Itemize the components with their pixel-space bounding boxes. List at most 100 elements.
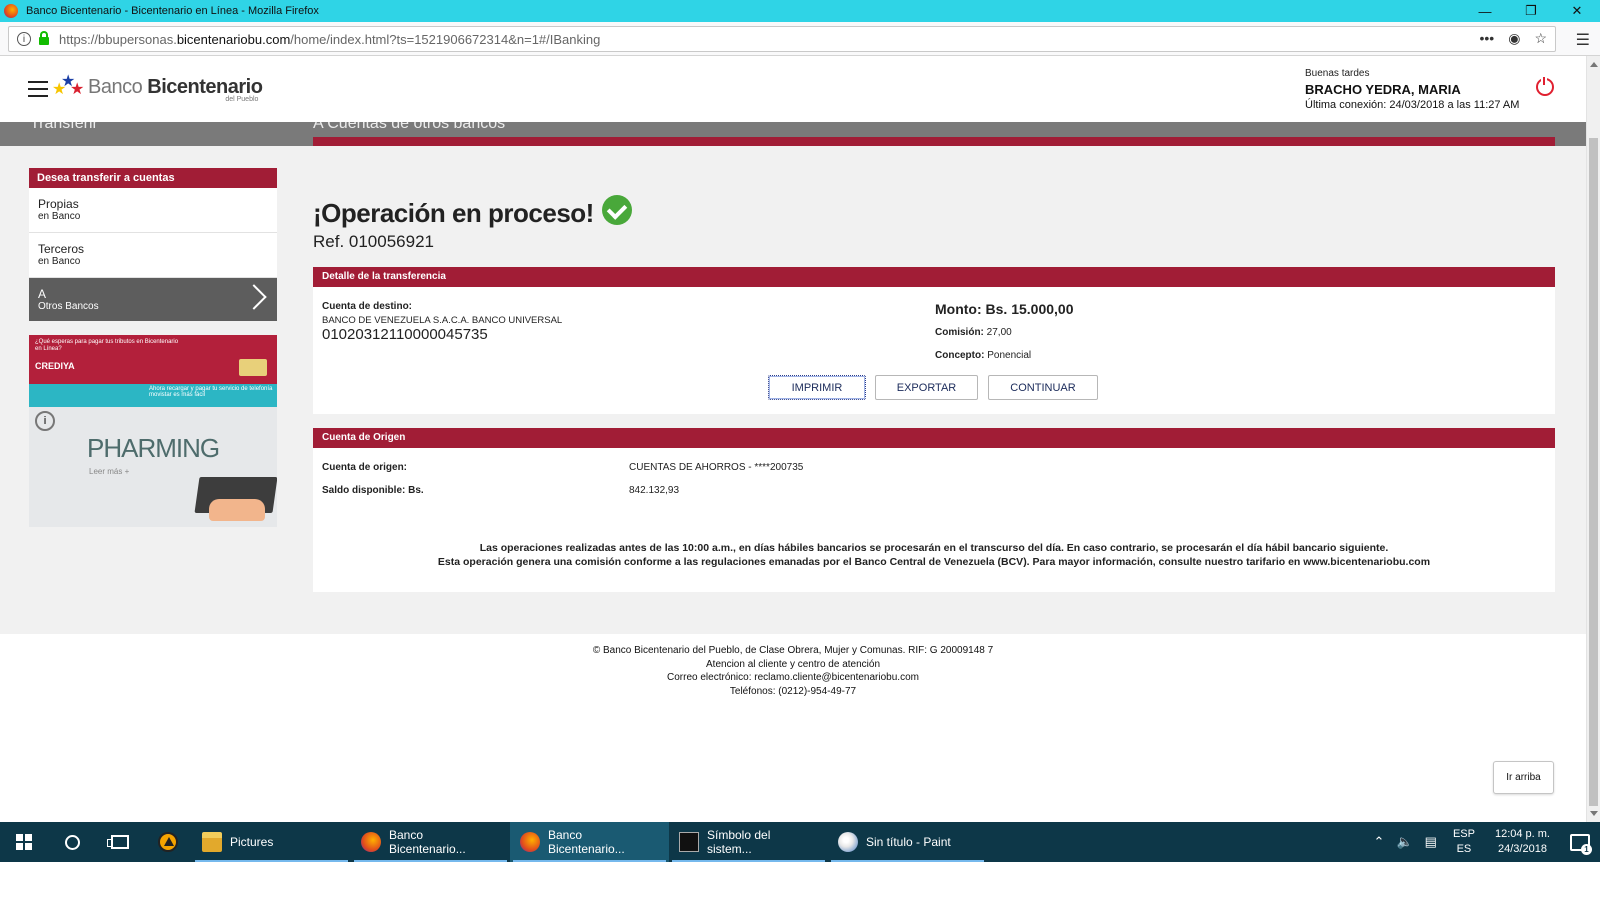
origin-account-value: CUENTAS DE AHORROS - ****200735 (629, 462, 804, 473)
commission: Comisión: 27,00 (935, 327, 1012, 338)
side-menu-item-sublabel: Otros Bancos (38, 301, 99, 312)
info-icon: i (35, 411, 55, 431)
url-text[interactable]: https://bbupersonas.bicentenariobu.com/h… (59, 32, 600, 47)
browser-titlebar: Banco Bicentenario - Bicentenario en Lín… (0, 0, 1600, 22)
desktop-strip (0, 862, 1600, 900)
taskbar-item-label: Sin título - Paint (866, 835, 951, 849)
export-button[interactable]: EXPORTAR (875, 375, 978, 400)
minimize-icon[interactable]: — (1462, 0, 1508, 22)
taskbar-item-cmd[interactable]: Símbolo del sistem... (669, 822, 828, 862)
lock-icon (39, 30, 49, 45)
commission-value: 27,00 (983, 327, 1012, 338)
language-indicator[interactable]: ESP ES (1453, 827, 1475, 857)
taskbar-item-paint[interactable]: Sin título - Paint (828, 822, 987, 862)
print-button[interactable]: IMPRIMIR (768, 375, 866, 400)
accent-bar (313, 137, 1555, 146)
available-balance-value: 842.132,93 (629, 485, 680, 496)
side-menu-item-terceros[interactable]: Terceros en Banco (29, 233, 277, 278)
promo-banner-text: ¿Qué esperas para pagar tus tributos en … (35, 339, 179, 352)
pocket-icon[interactable]: ◉ (1508, 30, 1520, 47)
clock-date: 24/3/2018 (1498, 843, 1547, 855)
system-tray: ⌃ 🔈 ▤ ESP ES 12:04 p. m. 24/3/2018 1 (1368, 822, 1600, 862)
scroll-thumb[interactable] (1589, 138, 1598, 806)
destination-account-label: Cuenta de destino: (322, 301, 413, 312)
search-button[interactable] (48, 822, 96, 862)
promo-banner-crediya[interactable]: ¿Qué esperas para pagar tus tributos en … (29, 335, 277, 407)
logo-subtext: del Pueblo (225, 96, 259, 103)
taskbar-item-label: Banco Bicentenario... (548, 828, 625, 856)
windows-logo-icon (16, 834, 32, 850)
panel-header: Detalle de la transferencia (313, 267, 1555, 287)
processing-notice: Las operaciones realizadas antes de las … (313, 541, 1555, 569)
notice-line: Las operaciones realizadas antes de las … (479, 542, 1389, 554)
bank-logo[interactable]: ★ ★ ★ Banco Bicentenario del Pueblo (52, 73, 263, 104)
side-menu-title: Desea transferir a cuentas (29, 168, 277, 188)
task-view-icon (107, 835, 129, 849)
notification-count: 1 (1581, 844, 1592, 855)
destination-account-number: 01020312110000045735 (322, 326, 488, 343)
transfer-detail-panel: Detalle de la transferencia Cuenta de de… (313, 267, 1555, 414)
info-icon[interactable]: i (17, 32, 31, 46)
footer-copyright: © Banco Bicentenario del Pueblo, de Clas… (592, 645, 994, 656)
windows-taskbar: Pictures Banco Bicentenario... Banco Bic… (0, 822, 1600, 862)
success-check-icon (601, 194, 632, 225)
side-menu-item-propias[interactable]: Propias en Banco (29, 188, 277, 233)
subsection-title: A Cuentas de otros bancos (313, 122, 506, 132)
system-clock[interactable]: 12:04 p. m. 24/3/2018 (1495, 827, 1550, 857)
clock-time: 12:04 p. m. (1494, 828, 1550, 840)
network-icon[interactable]: ▤ (1425, 834, 1437, 850)
more-actions-icon[interactable]: ••• (1480, 30, 1495, 47)
amount: Monto: Bs. 15.000,00 (935, 301, 1074, 317)
browser-menu-icon[interactable]: ☰ (1576, 30, 1590, 50)
hands-illustration-icon (209, 499, 265, 521)
concept-label: Concepto: (935, 350, 985, 361)
keyboard-code: ES (1456, 843, 1472, 855)
continue-button[interactable]: CONTINUAR (988, 375, 1098, 400)
start-button[interactable] (0, 822, 48, 862)
browser-toolbar: i https://bbupersonas.bicentenariobu.com… (0, 22, 1600, 56)
scroll-down-icon[interactable] (1590, 811, 1598, 816)
status-title-text: ¡Operación en proceso! (313, 198, 594, 228)
side-menu-item-label: Propias (38, 197, 79, 211)
task-view-button[interactable] (96, 822, 144, 862)
notification-center-icon[interactable]: 1 (1560, 822, 1600, 862)
promo-banner-title: PHARMING (87, 433, 220, 463)
page-body: Transferir A Cuentas de otros bancos Des… (0, 122, 1586, 634)
avast-icon (158, 832, 178, 852)
reference-number: Ref. 010056921 (313, 232, 434, 251)
credit-card-icon (239, 359, 267, 376)
address-bar[interactable]: i https://bbupersonas.bicentenariobu.com… (8, 26, 1556, 52)
back-to-top-button[interactable]: Ir arriba (1493, 761, 1554, 794)
chevron-up-icon[interactable]: ⌃ (1374, 834, 1385, 850)
section-title: Transferir (30, 122, 98, 132)
side-menu-item-otros-bancos[interactable]: A Otros Bancos (29, 278, 277, 321)
footer-phone: Teléfonos: (0212)-954-49-77 (729, 685, 857, 697)
promo-banner-pharming[interactable]: i PHARMING Leer más + (29, 407, 277, 527)
origin-account-label: Cuenta de origen: (322, 462, 408, 473)
bookmark-star-icon[interactable]: ☆ (1534, 30, 1547, 47)
taskbar-item-firefox-1[interactable]: Banco Bicentenario... (351, 822, 510, 862)
panel-header: Cuenta de Origen (313, 428, 1555, 448)
scroll-up-icon[interactable] (1590, 62, 1598, 67)
user-greeting: Buenas tardes BRACHO YEDRA, MARIA Última… (1305, 68, 1519, 111)
hamburger-menu-icon[interactable] (28, 81, 48, 97)
transfer-side-menu: Desea transferir a cuentas Propias en Ba… (29, 168, 277, 321)
concept: Concepto: Ponencial (935, 350, 1031, 361)
taskbar-item-firefox-2[interactable]: Banco Bicentenario... (510, 822, 669, 862)
close-icon[interactable]: ✕ (1554, 0, 1600, 22)
avast-app-button[interactable] (144, 822, 192, 862)
side-menu-item-sublabel: en Banco (38, 211, 81, 222)
read-more-link[interactable]: Leer más + (89, 467, 129, 476)
volume-icon[interactable]: 🔈 (1396, 834, 1412, 850)
paint-icon (838, 832, 858, 852)
origin-account-panel: Cuenta de Origen Cuenta de origen: CUENT… (313, 428, 1555, 592)
footer-email: Correo electrónico: reclamo.cliente@bice… (667, 672, 919, 683)
taskbar-item-pictures[interactable]: Pictures (192, 822, 351, 862)
power-logout-icon[interactable] (1536, 77, 1554, 96)
stars-logo-icon: ★ ★ ★ (52, 73, 85, 98)
commission-label: Comisión: (935, 327, 984, 338)
promo-banner-brand: CREDIYA (35, 361, 75, 371)
restore-icon[interactable]: ❐ (1508, 0, 1554, 22)
firefox-icon (361, 832, 381, 852)
page-scrollbar[interactable] (1586, 56, 1600, 822)
